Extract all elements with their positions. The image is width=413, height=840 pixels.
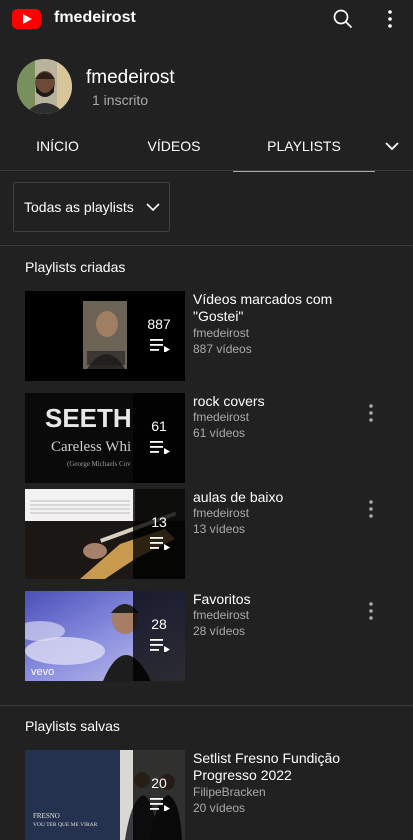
divider — [0, 705, 413, 706]
playlist-video-total: 887 vídeos — [193, 342, 252, 356]
playlist-thumbnail[interactable]: vevo 28 — [25, 591, 185, 681]
playlist-video-count: 20 — [151, 775, 167, 791]
playlist-title[interactable]: Vídeos marcados com "Gostei" — [193, 291, 358, 325]
playlist-video-total: 20 vídeos — [193, 801, 246, 815]
playlist-video-count: 887 — [147, 316, 171, 332]
playlist-owner: fmedeirost — [193, 326, 250, 340]
playlist-title[interactable]: aulas de baixo — [193, 489, 358, 506]
playlist-owner: FilipeBracken — [193, 785, 266, 799]
playlist-icon — [150, 339, 170, 352]
thumbnail-overlay — [133, 750, 185, 840]
album-band-text: FRESNO — [33, 812, 60, 820]
avatar[interactable] — [17, 59, 72, 114]
playlist-video-total: 28 vídeos — [193, 624, 246, 638]
channel-tabs: INÍCIO VÍDEOS PLAYLISTS — [0, 125, 413, 172]
thumbnail-overlay — [133, 291, 185, 381]
playlist-icon — [150, 639, 170, 652]
playlist-icon — [150, 441, 170, 454]
playlist-thumbnail[interactable]: SEETH Careless Whi (George Michaels Cov … — [25, 393, 185, 483]
playlist-thumbnail[interactable]: 887 — [25, 291, 185, 381]
section-title-saved: Playlists salvas — [25, 718, 120, 734]
youtube-logo-icon[interactable] — [12, 9, 41, 29]
playlist-video-total: 13 vídeos — [193, 522, 246, 536]
tab-inicio[interactable]: INÍCIO — [0, 125, 115, 170]
playlist-owner: fmedeirost — [193, 608, 250, 622]
playlist-video-count: 28 — [151, 616, 167, 632]
playlist-thumbnail[interactable]: 13 — [25, 489, 185, 579]
playlist-icon — [150, 798, 170, 811]
playlist-video-count: 61 — [151, 418, 167, 434]
playlist-video-count: 13 — [151, 514, 167, 530]
chevron-down-icon — [146, 203, 160, 212]
playlist-owner: fmedeirost — [193, 410, 250, 424]
tab-playlists[interactable]: PLAYLISTS — [233, 125, 375, 172]
subscriber-count: 1 inscrito — [92, 92, 149, 108]
divider — [0, 170, 413, 171]
more-options-icon[interactable] — [382, 9, 398, 29]
filter-selected-label: Todas as playlists — [24, 199, 134, 215]
thumb-caption: (George Michaels Cov — [67, 460, 131, 468]
divider — [0, 245, 413, 246]
playlist-title[interactable]: Setlist Fresno Fundição Progresso 2022 — [193, 750, 358, 784]
thumbnail-overlay — [133, 393, 185, 483]
vevo-logo: vevo — [31, 666, 54, 678]
playlist-video-total: 61 vídeos — [193, 426, 246, 440]
playlist-title[interactable]: Favoritos — [193, 591, 358, 608]
thumb-subtitle: Careless Whi — [51, 439, 131, 455]
thumb-headline: SEETH — [45, 403, 132, 433]
thumbnail-overlay — [133, 489, 185, 579]
playlist-title[interactable]: rock covers — [193, 393, 358, 410]
playlist-icon — [150, 537, 170, 550]
more-options-icon[interactable] — [367, 499, 375, 519]
thumbnail-overlay — [133, 591, 185, 681]
tab-videos[interactable]: VÍDEOS — [115, 125, 233, 170]
search-icon[interactable] — [333, 9, 353, 29]
header-title: fmedeirost — [54, 9, 136, 26]
more-options-icon[interactable] — [367, 403, 375, 423]
channel-name: fmedeirost — [86, 67, 175, 88]
more-options-icon[interactable] — [367, 601, 375, 621]
playlist-owner: fmedeirost — [193, 506, 250, 520]
album-title-text: VOU TER QUE ME VIRAR — [33, 822, 98, 828]
chevron-down-icon[interactable] — [381, 135, 403, 157]
playlist-thumbnail[interactable]: FRESNO VOU TER QUE ME VIRAR 20 — [25, 750, 185, 840]
section-title-created: Playlists criadas — [25, 259, 126, 275]
